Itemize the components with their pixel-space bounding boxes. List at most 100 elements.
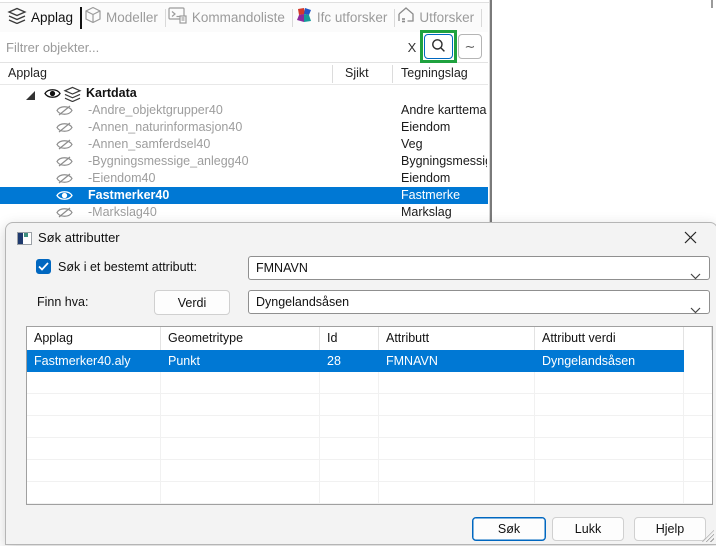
eye-off-icon[interactable] bbox=[56, 121, 73, 137]
tab-applag[interactable]: Applag bbox=[5, 5, 80, 31]
tree-row-kartdata[interactable]: Kartdata bbox=[0, 85, 488, 102]
sok-attributter-dialog: Søk attributter Søk i et bestemt attribu… bbox=[5, 222, 716, 545]
column-separator[interactable] bbox=[332, 65, 333, 83]
attribute-row: Søk i et bestemt attributt: FMNAVN bbox=[6, 255, 716, 281]
tab-ifc-utforsker[interactable]: Ifc utforsker bbox=[293, 5, 395, 31]
tab-utforsker[interactable]: Utforsker bbox=[395, 5, 481, 31]
empty-row bbox=[27, 460, 712, 482]
close-icon bbox=[684, 231, 697, 247]
find-label: Finn hva: bbox=[37, 295, 88, 309]
column-header-sjikt[interactable]: Sjikt bbox=[345, 66, 369, 80]
tree-item-label[interactable]: -Annen_samferdsel40 bbox=[88, 137, 210, 151]
tree-row[interactable]: -Bygningsmessige_anlegg40 Bygningsmessig bbox=[0, 153, 488, 170]
col-header-attributt-verdi[interactable]: Attributt verdi bbox=[535, 327, 684, 350]
result-row-selected[interactable]: Fastmerker40.aly Punkt 28 FMNAVN Dyngela… bbox=[27, 350, 712, 372]
attribute-combobox[interactable]: FMNAVN bbox=[248, 256, 710, 280]
cube-icon bbox=[84, 6, 102, 29]
eye-off-icon[interactable] bbox=[56, 206, 73, 222]
empty-row bbox=[27, 372, 712, 394]
cell-applag[interactable]: Fastmerker40.aly bbox=[27, 350, 161, 372]
close-button[interactable] bbox=[681, 230, 699, 248]
wave-icon: ∼ bbox=[465, 39, 476, 55]
eye-off-icon[interactable] bbox=[56, 155, 73, 171]
column-header-applag[interactable]: Applag bbox=[8, 66, 47, 80]
layer-tree: Applag Sjikt Tegningslag Kartdata bbox=[0, 62, 488, 226]
tab-modeller[interactable]: Modeller bbox=[82, 5, 165, 31]
tree-item-label[interactable]: -Bygningsmessige_anlegg40 bbox=[88, 154, 249, 168]
search-value: Dyngelandsåsen bbox=[256, 295, 349, 309]
cell-id[interactable]: 28 bbox=[320, 350, 379, 372]
col-header-geometritype[interactable]: Geometritype bbox=[161, 327, 320, 350]
dialog-title: Søk attributter bbox=[38, 230, 120, 245]
house-icon bbox=[397, 6, 415, 29]
dialog-title-bar[interactable]: Søk attributter bbox=[6, 223, 716, 253]
tree-row-selected[interactable]: Fastmerker40 Fastmerke bbox=[0, 187, 488, 204]
verdi-button[interactable]: Verdi bbox=[154, 290, 230, 315]
tab-divider bbox=[481, 9, 482, 27]
lukk-button[interactable]: Lukk bbox=[552, 517, 624, 541]
sok-button[interactable]: Søk bbox=[472, 517, 546, 541]
tab-label: Ifc utforsker bbox=[317, 10, 388, 25]
tree-header: Applag Sjikt Tegningslag bbox=[0, 63, 488, 85]
highlight-annotation-box bbox=[420, 30, 457, 63]
tree-row[interactable]: -Andre_objektgrupper40 Andre karttema bbox=[0, 102, 488, 119]
empty-row bbox=[27, 482, 712, 504]
col-header-filler bbox=[684, 327, 712, 350]
tree-row[interactable]: -Annen_samferdsel40 Veg bbox=[0, 136, 488, 153]
empty-row bbox=[27, 394, 712, 416]
tab-label: Modeller bbox=[106, 10, 158, 25]
col-header-applag[interactable]: Applag bbox=[27, 327, 161, 350]
column-separator[interactable] bbox=[392, 65, 393, 83]
col-header-id[interactable]: Id bbox=[320, 327, 379, 350]
cell-attributt[interactable]: FMNAVN bbox=[379, 350, 535, 372]
results-table: Applag Geometritype Id Attributt Attribu… bbox=[26, 326, 713, 505]
tegningslag-value: Bygningsmessig bbox=[401, 154, 487, 168]
tegningslag-value: Eiendom bbox=[401, 171, 487, 185]
attribute-combobox-value: FMNAVN bbox=[256, 261, 308, 275]
tree-item-label[interactable]: -Eiendom40 bbox=[88, 171, 155, 185]
eye-off-icon[interactable] bbox=[56, 138, 73, 154]
panel-tab-bar: Applag Modeller Kommandoliste bbox=[0, 3, 488, 32]
cell-geometritype[interactable]: Punkt bbox=[161, 350, 320, 372]
dialog-button-row: Søk Lukk Hjelp bbox=[6, 516, 716, 546]
chevron-down-icon bbox=[690, 265, 701, 287]
chevron-down-icon bbox=[690, 299, 701, 321]
search-value-combobox[interactable]: Dyngelandsåsen bbox=[248, 290, 710, 314]
tree-item-label[interactable]: -Markslag40 bbox=[88, 205, 157, 219]
tab-label: Kommandoliste bbox=[192, 10, 285, 25]
tree-item-label[interactable]: -Andre_objektgrupper40 bbox=[88, 103, 223, 117]
cell-filler bbox=[684, 350, 712, 372]
eye-icon[interactable] bbox=[56, 189, 73, 205]
filter-input[interactable] bbox=[6, 36, 396, 58]
expand-triangle-icon[interactable] bbox=[26, 89, 35, 103]
tegningslag-value: Veg bbox=[401, 137, 487, 151]
layers-icon bbox=[7, 7, 27, 29]
attribute-checkbox[interactable] bbox=[36, 259, 51, 274]
check-icon bbox=[38, 258, 49, 276]
tree-row[interactable]: -Markslag40 Markslag bbox=[0, 204, 488, 221]
empty-row bbox=[27, 416, 712, 438]
col-header-attributt[interactable]: Attributt bbox=[379, 327, 535, 350]
tree-item-label[interactable]: -Annen_naturinformasjon40 bbox=[88, 120, 242, 134]
clear-filter-button[interactable]: X bbox=[403, 37, 421, 59]
tree-item-label[interactable]: Kartdata bbox=[86, 86, 137, 100]
ifc-icon bbox=[295, 6, 313, 29]
eye-off-icon[interactable] bbox=[56, 172, 73, 188]
terminal-icon bbox=[168, 6, 188, 29]
dialog-icon bbox=[17, 232, 32, 245]
hjelp-button[interactable]: Hjelp bbox=[634, 517, 706, 541]
tegningslag-value: Fastmerke bbox=[401, 188, 487, 202]
tree-row[interactable]: -Annen_naturinformasjon40 Eiendom bbox=[0, 119, 488, 136]
wave-tool-button[interactable]: ∼ bbox=[458, 34, 482, 59]
layer-panel: Applag Modeller Kommandoliste bbox=[0, 0, 488, 226]
eye-icon[interactable] bbox=[44, 87, 61, 103]
tree-row[interactable]: -Eiendom40 Eiendom bbox=[0, 170, 488, 187]
tree-item-label[interactable]: Fastmerker40 bbox=[88, 188, 169, 202]
empty-row bbox=[27, 438, 712, 460]
eye-off-icon[interactable] bbox=[56, 104, 73, 120]
tab-kommandoliste[interactable]: Kommandoliste bbox=[166, 5, 292, 31]
column-header-tegningslag[interactable]: Tegningslag bbox=[401, 66, 468, 80]
cell-attributt-verdi[interactable]: Dyngelandsåsen bbox=[535, 350, 684, 372]
attribute-checkbox-label: Søk i et bestemt attributt: bbox=[58, 260, 197, 274]
panel-splitter[interactable] bbox=[489, 0, 492, 222]
